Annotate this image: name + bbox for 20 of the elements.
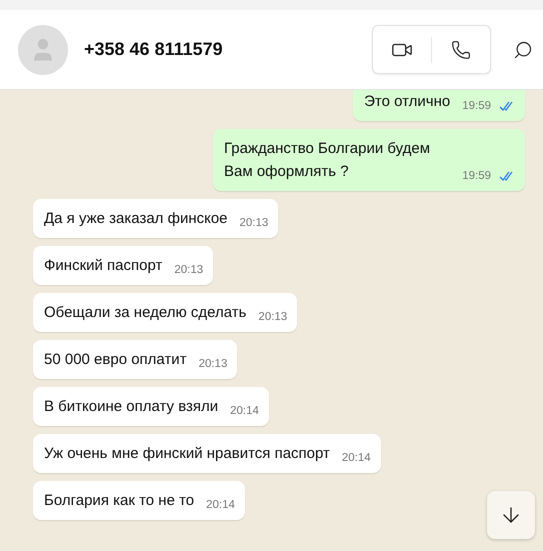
- message-text: Финский паспорт: [44, 256, 162, 276]
- message-time: 20:13: [240, 216, 268, 231]
- contact-name[interactable]: +358 46 8111579: [84, 36, 223, 63]
- message-text: Болгария как то не то: [44, 491, 194, 511]
- message-text: Обещали за неделю сделать: [44, 303, 246, 323]
- message-text: Гражданство Болгарии будем Вам оформлять ?: [224, 139, 432, 182]
- message-time: 20:13: [174, 262, 204, 278]
- message-text: Это отлично: [364, 92, 450, 112]
- message-time: 20:14: [230, 404, 259, 419]
- message-text: В биткоине оплату взяли: [44, 397, 218, 417]
- message-time: 20:14: [206, 498, 235, 513]
- message-time: 19:59: [462, 168, 491, 184]
- message-text: Уж очень мне финский нравится паспорт: [44, 444, 330, 464]
- message-time: 19:59: [462, 98, 491, 114]
- message-time: 20:13: [258, 310, 288, 325]
- search-icon[interactable]: [513, 40, 533, 60]
- message-time: 20:14: [342, 450, 371, 466]
- message-text: Да я уже заказал финское: [44, 209, 228, 229]
- message-text: 50 000 евро оплатит: [44, 350, 187, 370]
- message-time: 20:13: [198, 356, 228, 372]
